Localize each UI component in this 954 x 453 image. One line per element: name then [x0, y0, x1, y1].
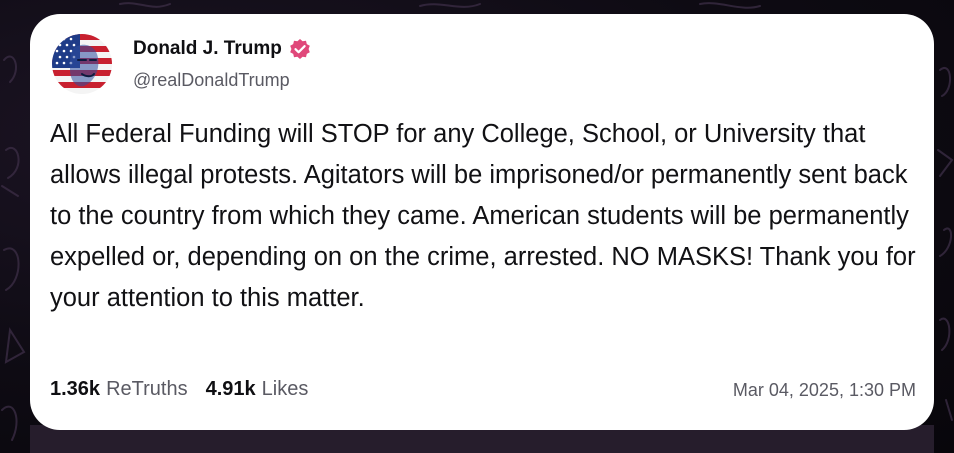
likes-stat[interactable]: 4.91k Likes [206, 378, 309, 401]
avatar-image [52, 34, 112, 94]
post-card: Donald J. Trump @realDonaldTrump All Fed… [30, 14, 934, 430]
retruths-label: ReTruths [106, 378, 188, 400]
retruths-stat[interactable]: 1.36k ReTruths [50, 378, 188, 401]
post-timestamp[interactable]: Mar 04, 2025, 1:30 PM [733, 380, 916, 401]
retruths-count: 1.36k [50, 378, 101, 400]
verified-badge-icon [289, 38, 311, 60]
author-name[interactable]: Donald J. Trump [133, 38, 282, 60]
likes-label: Likes [261, 378, 309, 400]
post-stats: 1.36k ReTruths 4.91k Likes [50, 378, 326, 401]
avatar[interactable] [52, 34, 112, 94]
post-body: All Federal Funding will STOP for any Co… [50, 120, 916, 312]
author-handle[interactable]: @realDonaldTrump [133, 70, 290, 91]
likes-count: 4.91k [205, 378, 256, 400]
author-row: Donald J. Trump [133, 38, 311, 60]
